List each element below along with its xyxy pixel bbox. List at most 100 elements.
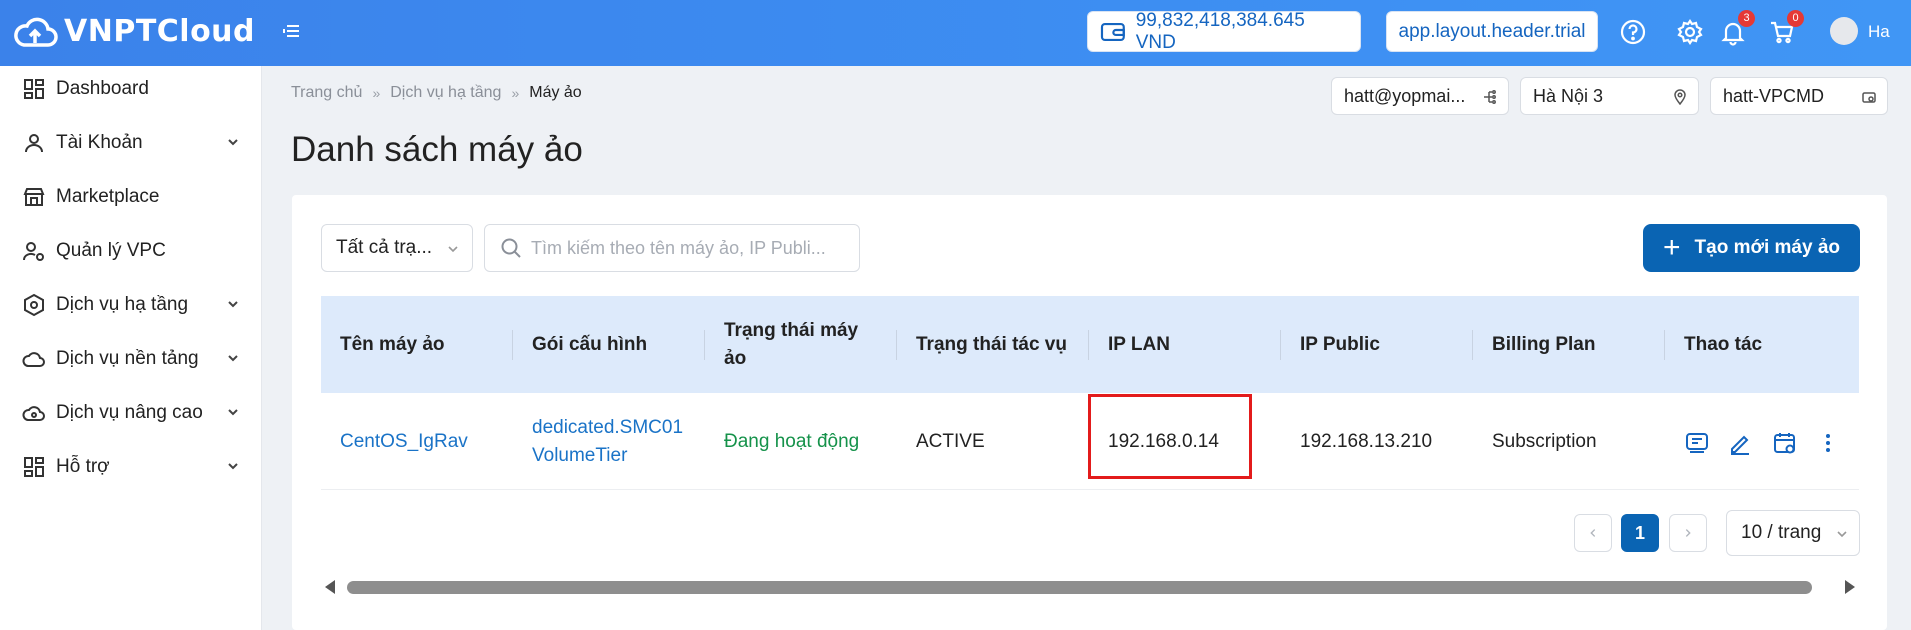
sidebar-item-support[interactable]: Hỗ trợ — [0, 445, 262, 489]
chevron-down-icon — [448, 246, 458, 253]
user-avatar[interactable] — [1830, 17, 1858, 45]
column-divider — [512, 330, 513, 360]
project-settings-icon — [1862, 92, 1876, 103]
column-header-vm-status[interactable]: Trạng thái máy ảo — [724, 296, 874, 393]
breadcrumb-home[interactable]: Trang chủ — [291, 84, 362, 102]
sidebar-item-label: Hỗ trợ — [56, 456, 110, 477]
region-value: Hà Nội 3 — [1533, 85, 1604, 106]
top-header: VNPTCloud 99,832,418,384.645 VND app.lay… — [0, 0, 1911, 66]
console-icon[interactable] — [1684, 430, 1710, 456]
column-divider — [704, 330, 705, 360]
brand-name: VNPTCloud — [64, 14, 256, 49]
trial-button[interactable]: app.layout.header.trial — [1386, 11, 1598, 52]
hexagon-icon — [24, 293, 44, 317]
notification-bell-icon[interactable]: 3 — [1719, 10, 1755, 46]
ip-public: 192.168.13.210 — [1300, 430, 1433, 452]
search-input[interactable] — [531, 237, 851, 259]
page-title: Danh sách máy ảo — [291, 130, 583, 169]
horizontal-scrollbar-thumb[interactable] — [347, 581, 1812, 594]
column-header-actions: Thao tác — [1684, 333, 1763, 355]
sidebar-item-label: Quản lý VPC — [56, 240, 166, 261]
column-divider — [1280, 330, 1281, 360]
scroll-right-arrow-icon[interactable] — [1845, 580, 1855, 594]
chevron-down-icon — [1837, 531, 1847, 538]
dashboard-icon — [24, 79, 44, 99]
project-select[interactable]: hatt-VPCMD — [1710, 77, 1888, 115]
chevron-down-icon — [228, 409, 238, 416]
ip-lan-highlight-box — [1088, 394, 1252, 479]
search-icon — [501, 238, 521, 258]
user-name[interactable]: Ha — [1868, 22, 1890, 42]
cart-icon[interactable]: 0 — [1768, 10, 1804, 46]
wallet-balance-button[interactable]: 99,832,418,384.645 VND — [1087, 9, 1361, 53]
page-size-value: 10 / trang — [1741, 522, 1822, 543]
pagination-next-button[interactable] — [1669, 514, 1707, 552]
vm-status: Đang hoạt động — [724, 430, 860, 452]
trial-label: app.layout.header.trial — [1398, 20, 1586, 42]
edit-pencil-icon[interactable] — [1727, 430, 1753, 456]
sidebar-item-infrastructure[interactable]: Dịch vụ hạ tầng — [0, 283, 262, 327]
sidebar-item-marketplace[interactable]: Marketplace — [0, 175, 262, 219]
chevron-down-icon — [228, 463, 238, 470]
search-box[interactable] — [484, 224, 860, 272]
help-icon[interactable] — [1619, 18, 1647, 46]
column-divider — [1088, 330, 1089, 360]
chevron-down-icon — [228, 355, 238, 362]
table-header: Tên máy ảo Gói cấu hình Trạng thái máy ả… — [321, 296, 1859, 393]
vm-package-line2: VolumeTier — [532, 444, 628, 466]
calendar-schedule-icon[interactable] — [1772, 430, 1798, 456]
account-value: hatt@yopmai... — [1344, 85, 1466, 106]
sidebar-item-account[interactable]: Tài Khoản — [0, 121, 262, 165]
sidebar-item-label: Tài Khoản — [56, 132, 143, 153]
notification-badge: 3 — [1738, 10, 1755, 27]
sidebar: Dashboard Tài Khoản Marketplace Quản lý … — [0, 66, 262, 630]
sidebar-item-label: Marketplace — [56, 186, 160, 207]
task-status: ACTIVE — [916, 430, 985, 452]
breadcrumb-current: Máy ảo — [529, 84, 582, 101]
account-select[interactable]: hatt@yopmai... — [1331, 77, 1509, 115]
plus-icon: + — [1662, 231, 1681, 264]
grid-icon — [24, 457, 44, 477]
breadcrumb: Trang chủ » Dịch vụ hạ tầng » Máy ảo — [291, 84, 582, 102]
sidebar-item-dashboard[interactable]: Dashboard — [0, 67, 262, 111]
cart-badge: 0 — [1787, 10, 1804, 27]
region-select[interactable]: Hà Nội 3 — [1520, 77, 1699, 115]
location-pin-icon — [1674, 89, 1686, 105]
scroll-left-arrow-icon[interactable] — [325, 580, 335, 594]
sidebar-item-label: Dịch vụ nâng cao — [56, 402, 203, 423]
sidebar-item-vpc[interactable]: Quản lý VPC — [0, 229, 262, 273]
cloud-logo-icon — [14, 17, 58, 47]
breadcrumb-infrastructure[interactable]: Dịch vụ hạ tầng — [390, 84, 501, 102]
chevron-right-icon — [1685, 529, 1691, 537]
org-tree-icon — [1484, 90, 1496, 104]
sidebar-item-label: Dịch vụ nền tảng — [56, 348, 199, 369]
column-header-package[interactable]: Gói cấu hình — [532, 296, 692, 393]
vm-package-line1: dedicated.SMC01 — [532, 416, 684, 438]
vm-package-link[interactable]: dedicated.SMC01 VolumeTier — [532, 393, 683, 490]
status-filter-value: Tất cả trạ... — [336, 237, 433, 258]
column-header-ip-public[interactable]: IP Public — [1300, 296, 1460, 393]
brand-logo[interactable]: VNPTCloud — [12, 14, 255, 49]
menu-toggle-icon[interactable] — [282, 20, 304, 42]
wallet-balance: 99,832,418,384.645 VND — [1135, 9, 1305, 53]
settings-gear-icon[interactable] — [1676, 18, 1704, 46]
vm-name-link[interactable]: CentOS_IgRav — [340, 393, 468, 490]
sidebar-item-advanced[interactable]: Dịch vụ nâng cao — [0, 391, 262, 435]
billing-plan: Subscription — [1492, 430, 1597, 452]
column-header-ip-lan[interactable]: IP LAN — [1108, 296, 1268, 393]
create-vm-button[interactable]: + Tạo mới máy ảo — [1643, 224, 1860, 272]
status-filter-select[interactable]: Tất cả trạ... — [321, 224, 473, 272]
breadcrumb-separator-icon: » — [372, 85, 381, 101]
column-header-billing-plan[interactable]: Billing Plan — [1492, 296, 1652, 393]
pagination-prev-button[interactable] — [1574, 514, 1612, 552]
page-size-select[interactable]: 10 / trang — [1726, 510, 1860, 556]
column-header-name[interactable]: Tên máy ảo — [340, 296, 500, 393]
column-divider — [1472, 330, 1473, 360]
sidebar-item-platform[interactable]: Dịch vụ nền tảng — [0, 337, 262, 381]
project-value: hatt-VPCMD — [1723, 85, 1825, 106]
more-options-icon[interactable] — [1815, 430, 1841, 456]
chevron-down-icon — [228, 139, 238, 146]
pagination-page-button[interactable]: 1 — [1621, 514, 1659, 552]
column-header-task-status[interactable]: Trạng thái tác vụ — [916, 296, 1096, 393]
user-cog-icon — [22, 242, 44, 261]
